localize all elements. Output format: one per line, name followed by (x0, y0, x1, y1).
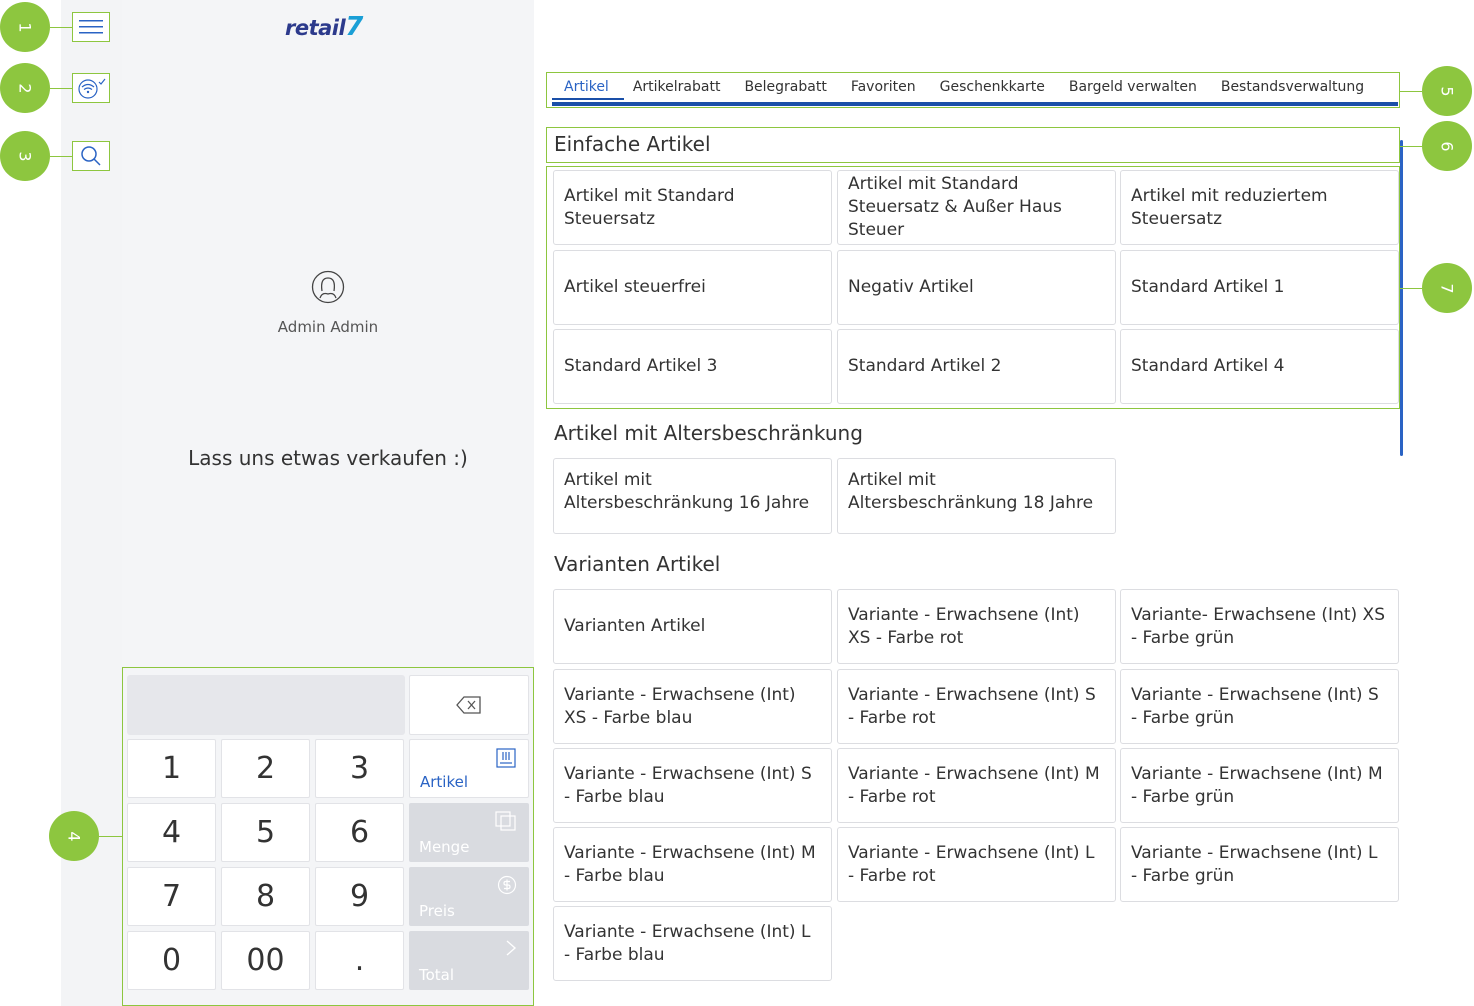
tab-artikelrabatt[interactable]: Artikelrabatt (621, 76, 733, 98)
product-tile[interactable]: Variante - Erwachsene (Int) XS - Farbe b… (553, 669, 832, 744)
numpad-key[interactable]: 7 (127, 867, 216, 926)
empty-cart-message: Lass uns etwas verkaufen :) (188, 446, 468, 470)
section-title-einfache-artikel: Einfache Artikel (554, 132, 711, 156)
tab-active-indicator (552, 98, 624, 100)
product-tile[interactable]: Artikel mit Altersbeschränkung 16 Jahre (553, 458, 832, 534)
product-tile[interactable]: Variante - Erwachsene (Int) L - Farbe gr… (1120, 827, 1399, 902)
callout-marker: 6 (1422, 121, 1472, 171)
tab-geschenkkarte[interactable]: Geschenkkarte (928, 76, 1057, 98)
callout-line (1400, 91, 1422, 92)
backspace-button[interactable] (409, 675, 529, 735)
menge-function-button[interactable]: Menge (409, 803, 529, 862)
barcode-icon (496, 748, 516, 768)
section-title-altersbeschraenkung: Artikel mit Altersbeschränkung (554, 421, 863, 445)
product-tile[interactable]: Variante- Erwachsene (Int) XS - Farbe gr… (1120, 589, 1399, 664)
product-tile[interactable]: Artikel mit Altersbeschränkung 18 Jahre (837, 458, 1116, 534)
chevron-right-icon (506, 940, 517, 956)
tab-underline (552, 102, 1398, 106)
product-tile[interactable]: Variante - Erwachsene (Int) L - Farbe ro… (837, 827, 1116, 902)
preis-function-button[interactable]: Preis (409, 867, 529, 926)
numpad-key[interactable]: 5 (221, 803, 310, 862)
retail7-logo: retail7 (285, 12, 363, 42)
hamburger-icon (79, 20, 103, 34)
numpad-display (127, 675, 405, 735)
product-tile[interactable]: Artikel mit Standard Steuersatz & Außer … (837, 170, 1116, 245)
product-tile[interactable]: Variante - Erwachsene (Int) S - Farbe ro… (837, 669, 1116, 744)
callout-line (50, 27, 72, 28)
numpad-key[interactable]: 0 (127, 931, 216, 990)
callout-marker: 3 (0, 131, 50, 181)
callout-marker: 7 (1422, 263, 1472, 313)
total-label: Total (419, 966, 455, 984)
product-tile[interactable]: Variante - Erwachsene (Int) M - Farbe ro… (837, 748, 1116, 823)
numpad-key[interactable]: . (315, 931, 404, 990)
product-tile[interactable]: Negativ Artikel (837, 250, 1116, 325)
product-tile[interactable]: Variante - Erwachsene (Int) XS - Farbe r… (837, 589, 1116, 664)
callout-line (1400, 146, 1422, 147)
callout-line (99, 836, 122, 837)
numpad-key[interactable]: 4 (127, 803, 216, 862)
search-button[interactable] (72, 141, 110, 171)
callout-line (50, 88, 72, 89)
dollar-circle-icon (497, 875, 517, 895)
tab-belegrabatt[interactable]: Belegrabatt (732, 76, 838, 98)
callout-marker: 4 (49, 811, 99, 861)
tab-bestandsverwaltung[interactable]: Bestandsverwaltung (1209, 76, 1376, 98)
artikel-function-button[interactable]: Artikel (409, 739, 529, 798)
user-avatar-icon (311, 270, 345, 304)
preis-label: Preis (419, 902, 455, 920)
section-title-varianten-artikel: Varianten Artikel (554, 552, 721, 576)
quantity-icon (495, 811, 516, 831)
product-tile[interactable]: Variante - Erwachsene (Int) S - Farbe gr… (1120, 669, 1399, 744)
callout-line (1400, 288, 1422, 289)
product-tile[interactable]: Standard Artikel 4 (1120, 329, 1399, 404)
numpad-key[interactable]: 6 (315, 803, 404, 862)
menu-button[interactable] (72, 12, 110, 42)
callout-marker: 5 (1422, 66, 1472, 116)
product-tile[interactable]: Varianten Artikel (553, 589, 832, 664)
product-tile[interactable]: Artikel mit reduziertem Steuersatz (1120, 170, 1399, 245)
product-tile[interactable]: Standard Artikel 2 (837, 329, 1116, 404)
numpad-key[interactable]: 3 (315, 739, 404, 798)
product-tile[interactable]: Artikel mit Standard Steuersatz (553, 170, 832, 245)
product-tile[interactable]: Standard Artikel 3 (553, 329, 832, 404)
product-scrollbar[interactable] (1400, 140, 1403, 456)
product-tile[interactable]: Artikel steuerfrei (553, 250, 832, 325)
tab-artikel[interactable]: Artikel (552, 76, 621, 98)
artikel-label: Artikel (420, 773, 469, 791)
product-tile[interactable]: Variante - Erwachsene (Int) L - Farbe bl… (553, 906, 832, 981)
product-tile[interactable]: Variante - Erwachsene (Int) M - Farbe gr… (1120, 748, 1399, 823)
search-icon (81, 146, 101, 166)
numpad-key[interactable]: 8 (221, 867, 310, 926)
connection-status-button[interactable] (72, 73, 110, 103)
numpad-key[interactable]: 9 (315, 867, 404, 926)
numpad-key[interactable]: 2 (221, 739, 310, 798)
product-tile[interactable]: Variante - Erwachsene (Int) S - Farbe bl… (553, 748, 832, 823)
callout-line (50, 156, 72, 157)
callout-marker: 1 (0, 2, 50, 52)
backspace-icon (456, 696, 481, 714)
callout-marker: 2 (0, 63, 50, 113)
total-function-button[interactable]: Total (409, 931, 529, 990)
tab-favoriten[interactable]: Favoriten (839, 76, 928, 98)
product-tile[interactable]: Standard Artikel 1 (1120, 250, 1399, 325)
menge-label: Menge (419, 838, 470, 856)
product-tile[interactable]: Variante - Erwachsene (Int) M - Farbe bl… (553, 827, 832, 902)
user-name: Admin Admin (277, 318, 379, 336)
numpad-key[interactable]: 00 (221, 931, 310, 990)
wifi-check-icon (78, 78, 106, 99)
tab-bargeld-verwalten[interactable]: Bargeld verwalten (1057, 76, 1209, 98)
numpad-key[interactable]: 1 (127, 739, 216, 798)
